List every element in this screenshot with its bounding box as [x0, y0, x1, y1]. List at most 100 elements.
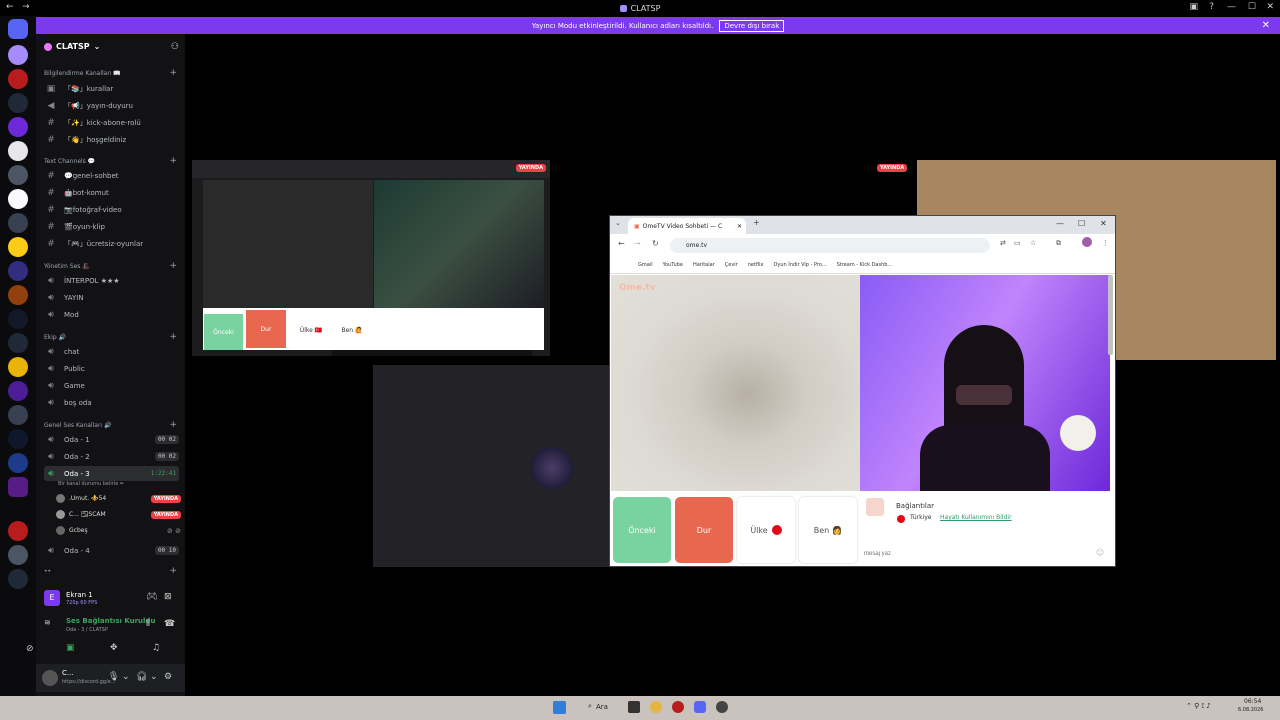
server-icon[interactable]: [8, 69, 28, 89]
channel-yayin[interactable]: 🔊︎ YAYIN: [44, 290, 179, 305]
search-icon[interactable]: ⌕: [588, 702, 592, 711]
message-input[interactable]: [864, 548, 1104, 560]
channel-public[interactable]: 🔊︎ Public: [44, 361, 179, 376]
category-more[interactable]: ••: [44, 568, 51, 575]
bookmark-netflix[interactable]: netflix: [748, 262, 764, 268]
channel-game[interactable]: 🔊︎ Game: [44, 378, 179, 393]
server-icon[interactable]: [8, 93, 28, 113]
ome-prev-button[interactable]: Önceki: [613, 497, 671, 563]
server-icon[interactable]: [8, 213, 28, 233]
server-icon[interactable]: [8, 405, 28, 425]
voice-member[interactable]: Gcbeş ⊘ ⊘: [56, 524, 181, 537]
inbox-icon[interactable]: ▣: [1189, 2, 1198, 12]
channel-status[interactable]: Bir kanal durumu belirle ✏: [58, 481, 124, 487]
server-icon[interactable]: [8, 545, 28, 565]
ome-stop-button[interactable]: Dur: [675, 497, 733, 563]
add-channel-icon[interactable]: +: [169, 261, 177, 271]
reload-icon[interactable]: ↻: [652, 239, 659, 248]
channel-bot-komut[interactable]: # 🤖bot-komut: [44, 185, 179, 200]
browser-tab[interactable]: ▣ OmeTV Video Sohbeti — C ✕: [628, 218, 746, 234]
ome-me-button[interactable]: Ben 👩: [799, 497, 857, 563]
minimize-icon[interactable]: —: [1056, 219, 1064, 228]
disable-streamer-mode-button[interactable]: Devre dışı bırak: [719, 19, 785, 32]
gamepad-icon[interactable]: 🎮︎: [146, 592, 157, 602]
add-channel-icon[interactable]: +: [169, 156, 177, 166]
bookmark-maps[interactable]: Haritalar: [693, 262, 715, 268]
start-icon[interactable]: [553, 701, 566, 714]
soundboard-icon[interactable]: ♫: [152, 643, 160, 653]
add-friend-icon[interactable]: ⚇: [171, 42, 179, 52]
channel-hosgeldiniz[interactable]: # 「👋」hoşgeldiniz: [44, 132, 179, 147]
server-icon[interactable]: [8, 521, 28, 541]
category-voice[interactable]: Genel Ses Kanalları 🔊: [44, 422, 111, 429]
forward-icon[interactable]: →: [634, 239, 641, 248]
disconnect-icon[interactable]: ☎: [164, 619, 175, 629]
minimize-icon[interactable]: —: [1227, 2, 1236, 12]
voice-member[interactable]: .Umut. ⚜️54 YAYINDA: [56, 492, 181, 505]
server-icon[interactable]: [8, 165, 28, 185]
server-header[interactable]: CLATSP ⌄: [44, 42, 100, 51]
category-info[interactable]: Bilgilendirme Kanalları 📖: [44, 70, 121, 77]
server-icon[interactable]: [8, 477, 28, 497]
channel-oda-3[interactable]: 🔊︎ Oda - 3 1:22:41: [44, 466, 179, 481]
bookmark-kick[interactable]: Stream - Kick Dashb...: [837, 262, 893, 268]
voice-status[interactable]: Ses Bağlantısı Kuruldu: [66, 617, 155, 625]
server-icon[interactable]: [8, 189, 28, 209]
close-tab-icon[interactable]: ✕: [737, 223, 742, 230]
discord-home-icon[interactable]: [8, 19, 28, 39]
channel-mod[interactable]: 🔊︎ Mod: [44, 307, 179, 322]
category-mgmt[interactable]: Yönetim Ses 🎩: [44, 263, 90, 270]
forward-icon[interactable]: →: [22, 2, 30, 12]
chevron-down-icon[interactable]: ⌄: [150, 672, 158, 682]
tab-list-icon[interactable]: ⌄: [615, 219, 621, 227]
close-window-icon[interactable]: ✕: [1100, 219, 1107, 228]
add-channel-icon[interactable]: +: [169, 332, 177, 342]
help-icon[interactable]: ?: [1209, 2, 1214, 12]
server-icon[interactable]: [8, 117, 28, 137]
add-channel-icon[interactable]: +: [169, 566, 177, 576]
share-screen-icon[interactable]: ▣: [66, 643, 75, 653]
emoji-icon[interactable]: ☺: [1096, 548, 1104, 557]
channel-oda-1[interactable]: 🔊︎ Oda - 1 00 02: [44, 432, 179, 447]
profile-avatar[interactable]: [1082, 237, 1092, 247]
server-icon[interactable]: [8, 569, 28, 589]
channel-fotograf-video[interactable]: # 📷fotoğraf-video: [44, 202, 179, 217]
noise-suppression-icon[interactable]: ⦀: [146, 619, 150, 629]
settings-gear-icon[interactable]: ⚙: [164, 672, 172, 682]
bookmark-game-vip[interactable]: Oyun İndir Vip - Pro...: [773, 262, 826, 268]
signal-icon[interactable]: ≋: [44, 618, 51, 627]
chrome-icon[interactable]: [650, 701, 662, 713]
headphones-icon[interactable]: 🎧︎: [136, 672, 147, 682]
channel-genel-sohbet[interactable]: # 💬genel-sohbet: [44, 168, 179, 183]
activities-icon[interactable]: ✥: [110, 643, 118, 653]
app-icon[interactable]: [672, 701, 684, 713]
server-icon[interactable]: [8, 357, 28, 377]
chevron-down-icon[interactable]: ⌄: [122, 672, 130, 682]
clock-date[interactable]: 6.08.2026: [1238, 707, 1263, 713]
server-icon[interactable]: [8, 333, 28, 353]
new-tab-icon[interactable]: +: [753, 218, 760, 227]
channel-ucretsiz-oyunlar[interactable]: # 「🎮」ücretsiz-oyunlar: [44, 236, 179, 251]
server-icon[interactable]: [8, 141, 28, 161]
category-team[interactable]: Ekip 🔊: [44, 334, 66, 341]
ome-country-button[interactable]: Ülke: [737, 497, 795, 563]
extensions-icon[interactable]: ⧉: [1056, 239, 1061, 248]
close-window-icon[interactable]: ✕: [1266, 2, 1274, 12]
add-channel-icon[interactable]: +: [169, 420, 177, 430]
channel-oda-4[interactable]: 🔊︎ Oda - 4 00 10: [44, 543, 179, 558]
server-icon[interactable]: [8, 381, 28, 401]
channel-oda-2[interactable]: 🔊︎ Oda - 2 00 02: [44, 449, 179, 464]
server-icon[interactable]: [8, 429, 28, 449]
server-icon[interactable]: [8, 237, 28, 257]
server-icon[interactable]: [8, 309, 28, 329]
cast-icon[interactable]: ▭: [1014, 239, 1021, 247]
add-channel-icon[interactable]: +: [169, 68, 177, 78]
channel-oyun-klip[interactable]: # 🎬oyun-klip: [44, 219, 179, 234]
translate-icon[interactable]: ⇄: [1000, 239, 1006, 247]
clock-time[interactable]: 06:54: [1244, 698, 1261, 705]
camera-off-icon[interactable]: ⊘: [26, 644, 34, 654]
channel-yayin-duyuru[interactable]: ◀ 「📢」yayın-duyuru: [44, 98, 179, 113]
obs-icon[interactable]: [716, 701, 728, 713]
scrollbar[interactable]: [1108, 275, 1113, 355]
taskbar-search-label[interactable]: Ara: [596, 703, 608, 711]
